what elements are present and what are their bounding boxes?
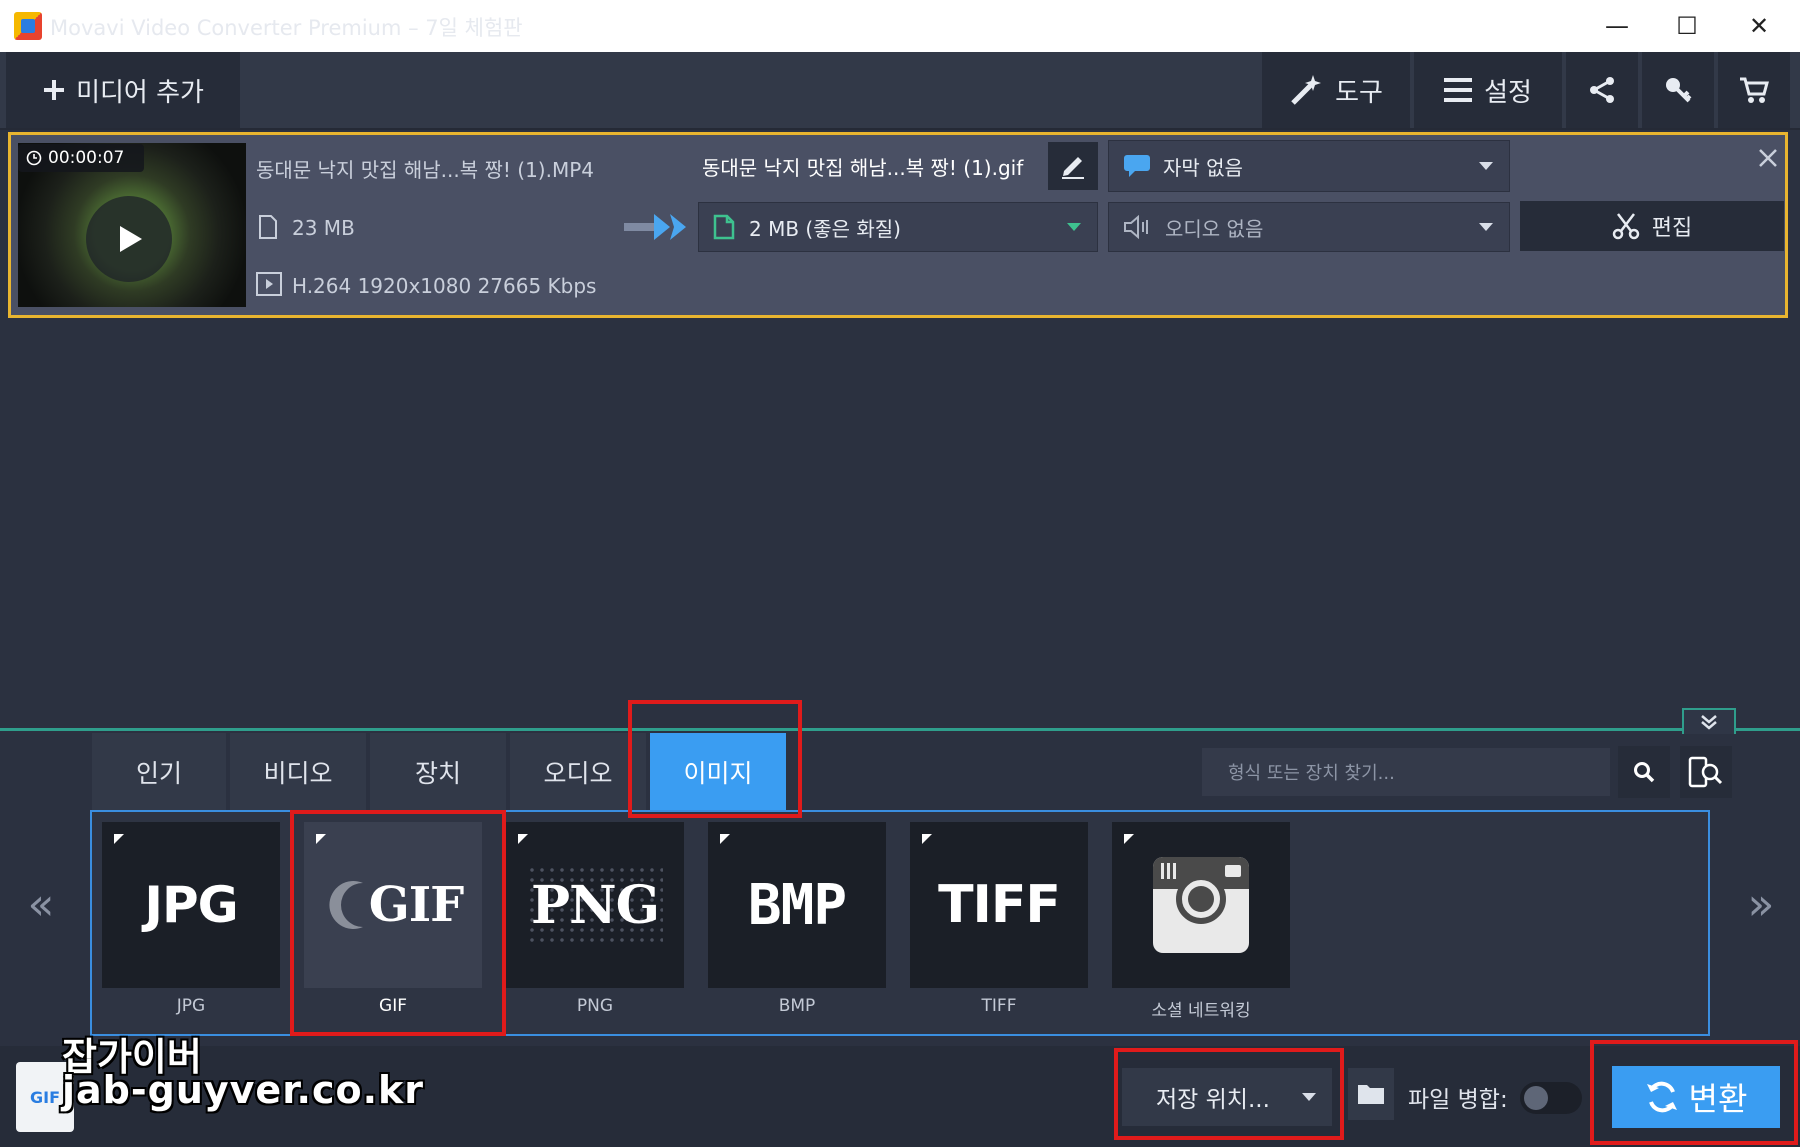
- corner-marker-icon: [720, 834, 730, 844]
- merge-files-label: 파일 병합:: [1408, 1087, 1508, 1113]
- audio-dropdown[interactable]: 오디오 없음: [1108, 202, 1510, 252]
- close-window-button[interactable]: ✕: [1730, 6, 1788, 46]
- file-green-icon: [713, 214, 735, 240]
- source-codec: H.264 1920x1080 27665 Kbps: [292, 274, 597, 298]
- collapse-panel-button[interactable]: [1682, 708, 1736, 734]
- magic-wand-icon: [1291, 75, 1322, 105]
- duration-badge: 00:00:07: [18, 144, 144, 172]
- device-detect-button[interactable]: [1680, 746, 1732, 798]
- camera-icon: [1153, 857, 1249, 953]
- corner-marker-icon: [1124, 834, 1134, 844]
- chevron-down-icon: [1479, 223, 1493, 231]
- chevron-down-icon: [1479, 162, 1493, 170]
- edit-label: 편집: [1651, 216, 1693, 241]
- output-size-dropdown[interactable]: 2 MB (좋은 화질): [698, 202, 1098, 252]
- format-label-jpg: JPG: [176, 996, 206, 1016]
- double-chevron-down-icon: [1701, 715, 1717, 730]
- cart-icon: [1740, 77, 1769, 103]
- jpg-logo: JPG: [144, 876, 238, 934]
- watermark-line2: jab-guyver.co.kr: [62, 1068, 425, 1112]
- speech-bubble-icon: [1124, 155, 1150, 177]
- settings-button[interactable]: 설정: [1414, 52, 1562, 128]
- toggle-knob[interactable]: [1524, 1086, 1548, 1110]
- edit-button[interactable]: 편집: [1520, 201, 1784, 251]
- format-tile-social[interactable]: [1112, 822, 1290, 988]
- tools-button[interactable]: 도구: [1262, 52, 1410, 128]
- output-size-value: 2 MB (좋은 화질): [749, 216, 901, 241]
- play-icon: [120, 226, 142, 252]
- speaker-muted-icon: [1124, 215, 1148, 239]
- format-label-png: PNG: [576, 996, 614, 1016]
- key-icon: [1666, 78, 1692, 103]
- share-icon: [1590, 77, 1614, 103]
- png-logo: PNG: [526, 864, 664, 946]
- scissors-icon: [1612, 213, 1639, 240]
- tab-video[interactable]: 비디오: [230, 733, 366, 811]
- duration-text: 00:00:07: [48, 148, 125, 168]
- share-button[interactable]: [1566, 52, 1638, 128]
- scroll-left-button[interactable]: «: [4, 822, 78, 986]
- minimize-button[interactable]: —: [1588, 6, 1646, 46]
- output-filename[interactable]: 동대문 낙지 맛집 해남...복 짱! (1).gif: [702, 152, 1023, 181]
- subtitles-dropdown[interactable]: 자막 없음: [1108, 140, 1510, 192]
- subtitles-value: 자막 없음: [1163, 155, 1243, 180]
- convert-arrow-icon: [624, 214, 686, 240]
- format-tile-png[interactable]: PNG: [506, 822, 684, 988]
- format-tile-jpg[interactable]: JPG: [102, 822, 280, 988]
- tiff-logo: TIFF: [938, 875, 1061, 935]
- format-search-input[interactable]: 형식 또는 장치 찾기...: [1202, 748, 1610, 796]
- film-icon: [256, 272, 282, 296]
- add-media-button[interactable]: 미디어 추가: [6, 52, 240, 128]
- device-search-icon: [1688, 756, 1723, 788]
- plus-icon: [44, 80, 65, 100]
- search-icon: [1634, 762, 1655, 783]
- format-label-social: 소셜 네트워킹: [1151, 1001, 1251, 1021]
- rename-button[interactable]: [1048, 142, 1098, 190]
- activation-key-button[interactable]: [1642, 52, 1714, 128]
- tab-devices[interactable]: 장치: [370, 733, 506, 811]
- corner-marker-icon: [922, 834, 932, 844]
- folder-icon: [1358, 1085, 1384, 1104]
- source-filename: 동대문 낙지 맛집 해남...복 짱! (1).MP4: [256, 158, 595, 182]
- format-tile-tiff[interactable]: TIFF: [910, 822, 1088, 988]
- clock-icon: [26, 150, 42, 166]
- chevron-down-icon: [1067, 223, 1081, 231]
- source-size: 23 MB: [292, 216, 355, 240]
- remove-file-icon[interactable]: [1758, 148, 1778, 168]
- annotation-box-convert: [1590, 1040, 1798, 1145]
- corner-marker-icon: [518, 834, 528, 844]
- open-folder-button[interactable]: [1348, 1068, 1394, 1120]
- tab-popular[interactable]: 인기: [92, 733, 226, 811]
- settings-label: 설정: [1484, 77, 1532, 108]
- play-button[interactable]: [86, 196, 172, 282]
- format-tile-bmp[interactable]: BMP: [708, 822, 886, 988]
- scroll-right-button[interactable]: »: [1724, 822, 1798, 986]
- maximize-button[interactable]: ☐: [1658, 6, 1716, 46]
- corner-marker-icon: [114, 834, 124, 844]
- bmp-logo: BMP: [747, 872, 847, 938]
- tools-label: 도구: [1335, 77, 1383, 108]
- search-button[interactable]: [1618, 746, 1670, 798]
- store-button[interactable]: [1718, 52, 1790, 128]
- file-icon: [259, 215, 277, 239]
- tab-audio[interactable]: 오디오: [510, 733, 646, 811]
- pencil-icon: [1062, 157, 1084, 179]
- menu-icon: [1444, 78, 1473, 102]
- format-label-bmp: BMP: [778, 996, 816, 1016]
- annotation-box-save-location: [1114, 1048, 1344, 1140]
- window-title: Movavi Video Converter Premium – 7일 체험판: [50, 16, 523, 40]
- annotation-box-images-tab: [628, 700, 802, 818]
- panel-divider: [0, 728, 1800, 731]
- audio-value: 오디오 없음: [1165, 216, 1264, 241]
- format-label-tiff: TIFF: [981, 996, 1017, 1016]
- app-logo-icon: [14, 12, 42, 40]
- annotation-box-gif: [290, 810, 506, 1036]
- add-media-label: 미디어 추가: [76, 77, 204, 108]
